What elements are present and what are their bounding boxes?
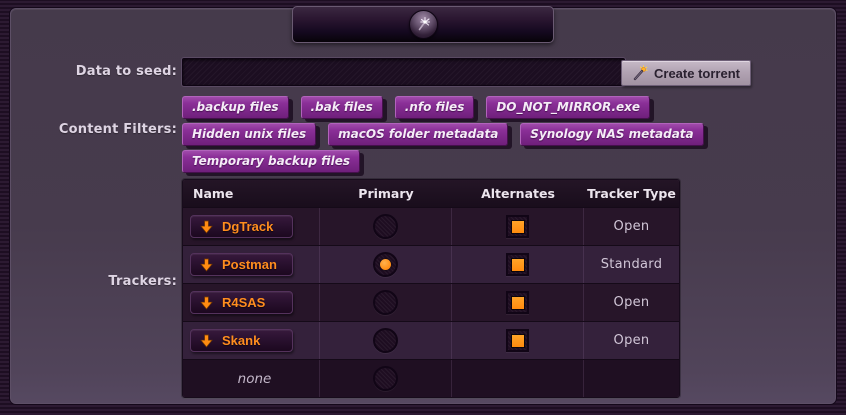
tracker-type-label: Open — [614, 219, 650, 234]
tracker-name-cell: none — [183, 360, 320, 397]
chip-line: Hidden unix filesmacOS folder metadataSy… — [182, 123, 687, 146]
tracker-row: R4SAS Open — [183, 283, 679, 321]
primary-radio[interactable] — [373, 366, 398, 391]
tracker-name-button[interactable]: R4SAS — [190, 291, 293, 314]
content-filter-chip-list: .backup files .bak files .nfo files DO_NOT_… — [182, 96, 687, 173]
checkbox-fill — [512, 335, 524, 347]
content-filter-chip[interactable]: Temporary backup files — [182, 150, 360, 173]
trackers-table-header: Name Primary Alternates Tracker Type — [183, 180, 679, 207]
primary-radio[interactable] — [373, 328, 398, 353]
tracker-name-cell: Postman — [183, 246, 320, 283]
tracker-name-label: DgTrack — [222, 219, 273, 234]
magic-wand-icon — [632, 65, 648, 81]
create-torrent-panel: Data to seed: Create torrent Conten — [10, 8, 836, 404]
chip-line: .backup files .bak files .nfo files DO_NOT_… — [182, 96, 687, 119]
tracker-primary-cell — [320, 246, 452, 283]
tracker-row: none — [183, 359, 679, 397]
download-arrow-icon — [200, 296, 213, 310]
chip-line: Temporary backup files — [182, 150, 687, 173]
content-filter-chip[interactable]: macOS folder metadata — [328, 123, 508, 146]
column-header-name: Name — [183, 186, 320, 201]
primary-radio[interactable] — [373, 290, 398, 315]
tracker-name-label: Postman — [222, 257, 277, 272]
tracker-name-button[interactable]: DgTrack — [190, 215, 293, 238]
tracker-row: Postman Standard — [183, 245, 679, 283]
tracker-name-cell: DgTrack — [183, 208, 320, 245]
trackers-table: Name Primary Alternates Tracker Type DgT… — [182, 179, 680, 398]
tracker-row: DgTrack Open — [183, 207, 679, 245]
alternates-checkbox[interactable] — [506, 291, 529, 314]
content-filter-chip[interactable]: Hidden unix files — [182, 123, 316, 146]
content-filter-chip[interactable]: .bak files — [301, 96, 383, 119]
tracker-name-button[interactable]: Skank — [190, 329, 293, 352]
tracker-type-cell — [584, 360, 679, 397]
tracker-primary-cell — [320, 284, 452, 321]
checkbox-fill — [512, 259, 524, 271]
content-filter-chip[interactable]: .backup files — [182, 96, 289, 119]
content-filter-chip[interactable]: DO_NOT_MIRROR.exe — [486, 96, 650, 119]
tracker-primary-cell — [320, 208, 452, 245]
wand-sparkle-icon[interactable] — [409, 10, 438, 39]
download-arrow-icon — [200, 334, 213, 348]
tracker-alternates-cell — [452, 360, 584, 397]
trackers-label: Trackers: — [11, 274, 177, 289]
content-filter-chip[interactable]: .nfo files — [395, 96, 475, 119]
tracker-type-cell: Open — [584, 322, 679, 359]
tracker-type-label: Open — [614, 333, 650, 348]
tracker-type-label: Open — [614, 295, 650, 310]
tracker-name-button[interactable]: Postman — [190, 253, 293, 276]
tracker-type-label: Standard — [601, 257, 663, 272]
tracker-type-cell: Open — [584, 208, 679, 245]
create-torrent-button-label: Create torrent — [654, 66, 740, 81]
checkbox-fill — [512, 297, 524, 309]
primary-radio[interactable] — [373, 252, 398, 277]
column-header-alternates: Alternates — [452, 186, 584, 201]
content-filters-label: Content Filters: — [11, 122, 177, 137]
create-torrent-button[interactable]: Create torrent — [621, 60, 751, 86]
radio-dot — [380, 259, 391, 270]
tracker-name-label: R4SAS — [222, 295, 265, 310]
alternates-checkbox[interactable] — [506, 215, 529, 238]
window: Data to seed: Create torrent Conten — [0, 0, 846, 415]
data-to-seed-input[interactable] — [182, 58, 625, 86]
drawer-handle[interactable] — [292, 6, 554, 43]
column-header-tracker-type: Tracker Type — [584, 186, 679, 201]
tracker-none-label: none — [190, 371, 319, 387]
checkbox-fill — [512, 221, 524, 233]
tracker-alternates-cell — [452, 246, 584, 283]
primary-radio[interactable] — [373, 214, 398, 239]
download-arrow-icon — [200, 220, 213, 234]
tracker-type-cell: Standard — [584, 246, 679, 283]
data-to-seed-label: Data to seed: — [11, 64, 177, 79]
tracker-primary-cell — [320, 322, 452, 359]
tracker-name-cell: R4SAS — [183, 284, 320, 321]
content-filter-chip[interactable]: Synology NAS metadata — [520, 123, 703, 146]
tracker-name-label: Skank — [222, 333, 260, 348]
tracker-row: Skank Open — [183, 321, 679, 359]
column-header-primary: Primary — [320, 186, 452, 201]
tracker-alternates-cell — [452, 322, 584, 359]
alternates-checkbox[interactable] — [506, 329, 529, 352]
tracker-primary-cell — [320, 360, 452, 397]
alternates-checkbox[interactable] — [506, 253, 529, 276]
tracker-alternates-cell — [452, 208, 584, 245]
tracker-type-cell: Open — [584, 284, 679, 321]
download-arrow-icon — [200, 258, 213, 272]
trackers-table-body: DgTrackOpenPostmanStandardR4SASOpenSkank… — [183, 207, 679, 397]
tracker-name-cell: Skank — [183, 322, 320, 359]
tracker-alternates-cell — [452, 284, 584, 321]
